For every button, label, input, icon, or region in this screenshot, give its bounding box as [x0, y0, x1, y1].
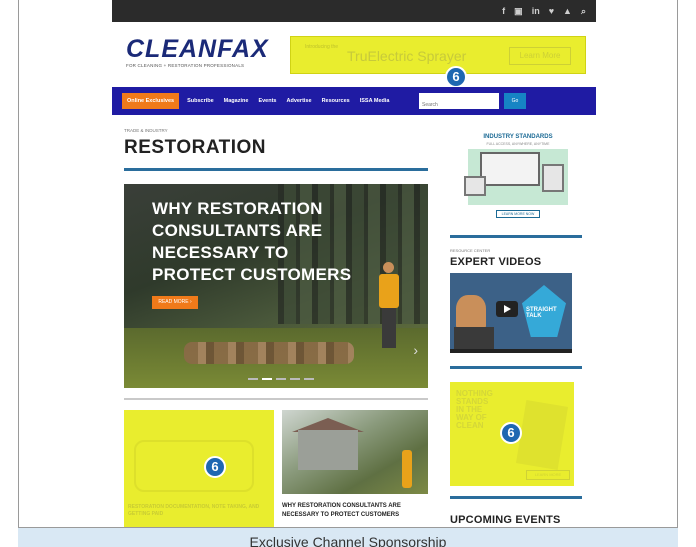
sidebar-ad-graphic: [516, 400, 568, 470]
tablet-icon: [542, 164, 564, 192]
thumbnail-house: [298, 430, 358, 470]
laptop-icon: [464, 176, 486, 196]
nav-items: Online Exclusives Subscribe Magazine Eve…: [122, 93, 391, 109]
site-header: CLEANFAX FOR CLEANING + RESTORATION PROF…: [112, 22, 596, 88]
native-ad-card[interactable]: RESTORATION DOCUMENTATION, NOTE TAKING, …: [124, 410, 274, 527]
nav-item-subscribe[interactable]: Subscribe: [185, 94, 216, 108]
page-title: RESTORATION: [124, 137, 267, 158]
hero-image-logs: [184, 342, 354, 364]
video-control-bar[interactable]: [450, 349, 572, 353]
nav-item-online-exclusives[interactable]: Online Exclusives: [122, 93, 180, 109]
standards-title: INDUSTRY STANDARDS: [483, 134, 553, 140]
social-bar: f ▣ in ♥ ▲ ⌕: [112, 0, 596, 22]
standards-learn-more-button[interactable]: LEARN MORE NOW: [496, 210, 540, 218]
nav-search-box: [419, 93, 499, 113]
sidebar-divider: [450, 235, 582, 238]
nav-item-advertise[interactable]: Advertise: [284, 94, 313, 108]
search-go-button[interactable]: Go: [504, 93, 526, 109]
videos-heading[interactable]: EXPERT VIDEOS: [450, 256, 541, 268]
linkedin-icon[interactable]: in: [532, 5, 540, 17]
slider-dot[interactable]: [304, 378, 314, 380]
placement-badge-native: 6: [204, 456, 226, 478]
banner-ad[interactable]: Introducing the TruElectric Sprayer Lear…: [290, 36, 586, 74]
thumbnail-worker: [402, 450, 412, 488]
main-nav: Online Exclusives Subscribe Magazine Eve…: [112, 87, 596, 115]
story-thumbnail[interactable]: [282, 410, 428, 494]
banner-ad-button[interactable]: Learn More: [509, 47, 571, 65]
site-logo[interactable]: CLEANFAX FOR CLEANING + RESTORATION PROF…: [126, 36, 269, 68]
feed-icon[interactable]: ▣: [514, 5, 523, 17]
video-promo-text: STRAIGHT TALK: [526, 307, 557, 319]
banner-ad-title: TruElectric Sprayer: [347, 48, 467, 64]
slider-next-icon[interactable]: ›: [413, 342, 418, 358]
screenshot-frame: f ▣ in ♥ ▲ ⌕ CLEANFAX FOR CLEANING + RES…: [18, 0, 678, 528]
nav-item-resources[interactable]: Resources: [320, 94, 352, 108]
search-input[interactable]: [419, 97, 499, 113]
breadcrumb[interactable]: TRADE & INDUSTRY: [124, 128, 168, 133]
caption-text: Exclusive Channel Sponsorship: [249, 534, 447, 547]
sidebar-divider-2: [450, 366, 582, 369]
sidebar-divider-3: [450, 496, 582, 499]
section-divider: [124, 398, 428, 400]
story-title[interactable]: WHY RESTORATION CONSULTANTS ARE NECESSAR…: [282, 502, 428, 520]
nav-item-events[interactable]: Events: [256, 94, 278, 108]
sidebar-ad-text: NOTHING STANDS IN THE WAY OF CLEAN: [456, 389, 493, 430]
placement-badge-banner: 6: [445, 66, 467, 88]
twitter-icon[interactable]: ♥: [549, 5, 554, 17]
video-player[interactable]: STRAIGHT TALK: [450, 273, 572, 353]
social-icons: f ▣ in ♥ ▲ ⌕: [502, 5, 586, 17]
website: f ▣ in ♥ ▲ ⌕ CLEANFAX FOR CLEANING + RES…: [112, 0, 596, 527]
slider-dot[interactable]: [248, 378, 258, 380]
native-ad-caption[interactable]: RESTORATION DOCUMENTATION, NOTE TAKING, …: [128, 504, 273, 518]
hero-image-worker: [378, 262, 400, 348]
logo-wordmark: CLEANFAX: [126, 35, 269, 63]
sidebar-ad-button[interactable]: LEARN MORE: [526, 470, 570, 480]
caption-bar: Exclusive Channel Sponsorship: [18, 528, 678, 547]
video-person-head: [456, 295, 486, 329]
events-heading[interactable]: UPCOMING EVENTS: [450, 514, 561, 526]
hero-headline[interactable]: WHY RESTORATION CONSULTANTS ARE NECESSAR…: [152, 198, 362, 286]
hero-slider[interactable]: WHY RESTORATION CONSULTANTS ARE NECESSAR…: [124, 184, 428, 388]
videos-label: RESOURCE CENTER: [450, 248, 491, 253]
native-ad-graphic: [134, 440, 254, 492]
search-icon[interactable]: ⌕: [581, 5, 586, 17]
slider-dots: [248, 378, 314, 380]
slider-dot[interactable]: [276, 378, 286, 380]
play-icon[interactable]: [496, 301, 518, 317]
standards-subtitle: FULL ACCESS, ANYWHERE, ANYTIME: [486, 142, 550, 146]
banner-ad-intro: Introducing the: [305, 44, 339, 50]
monitor-icon: [480, 152, 540, 186]
standards-ad[interactable]: INDUSTRY STANDARDS FULL ACCESS, ANYWHERE…: [450, 118, 582, 228]
logo-tagline: FOR CLEANING + RESTORATION PROFESSIONALS: [126, 63, 245, 68]
youtube-icon[interactable]: ▲: [563, 5, 572, 17]
facebook-icon[interactable]: f: [502, 5, 505, 17]
slider-dot[interactable]: [290, 378, 300, 380]
hero-read-more-button[interactable]: READ MORE ›: [152, 296, 198, 309]
title-divider: [124, 168, 428, 171]
story-card[interactable]: WHY RESTORATION CONSULTANTS ARE NECESSAR…: [282, 410, 428, 527]
slider-dot-active[interactable]: [262, 378, 272, 380]
nav-item-magazine[interactable]: Magazine: [222, 94, 251, 108]
nav-item-issa-media[interactable]: ISSA Media: [358, 94, 392, 108]
placement-badge-sidebar: 6: [500, 422, 522, 444]
